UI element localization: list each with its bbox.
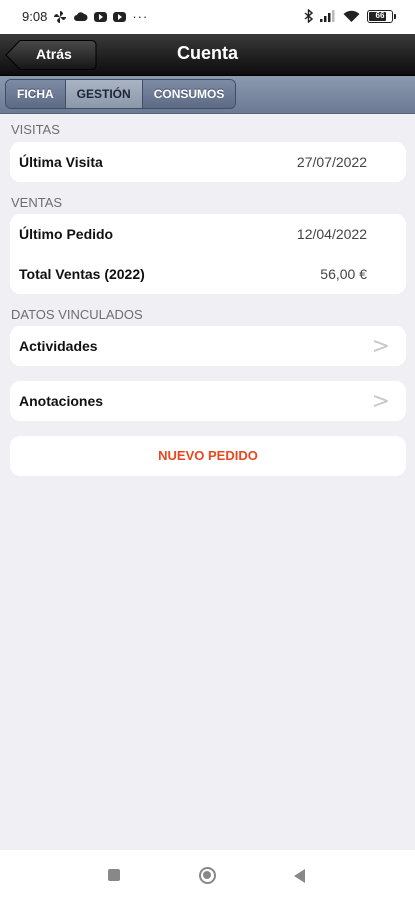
status-time: 9:08 xyxy=(22,9,48,24)
visitas-card: Última Visita 27/07/2022 xyxy=(10,142,406,182)
ventas-card: Último Pedido 12/04/2022 Total Ventas (2… xyxy=(10,214,406,294)
total-sales-value: 56,00 € xyxy=(320,266,367,282)
last-order-value: 12/04/2022 xyxy=(296,226,367,242)
last-order-label: Último Pedido xyxy=(19,226,114,242)
section-header-ventas: VENTAS xyxy=(11,195,63,210)
anotaciones-label: Anotaciones xyxy=(19,393,104,409)
wifi-icon xyxy=(343,10,360,22)
chevron-right-icon: > xyxy=(371,334,390,359)
fan-icon xyxy=(54,10,67,23)
actividades-row[interactable]: Actividades > xyxy=(10,326,406,366)
actividades-card[interactable]: Actividades > xyxy=(10,326,406,366)
bluetooth-icon xyxy=(304,9,313,23)
chevron-right-icon: > xyxy=(371,389,390,414)
tab-gestion[interactable]: GESTIÓN xyxy=(65,80,143,108)
total-sales-label: Total Ventas (2022) xyxy=(19,266,145,282)
anotaciones-card[interactable]: Anotaciones > xyxy=(10,381,406,421)
youtube-icon xyxy=(113,11,127,22)
last-visit-value: 27/07/2022 xyxy=(296,154,367,170)
youtube-icon xyxy=(94,11,108,22)
home-icon[interactable] xyxy=(199,867,216,884)
section-header-visitas: VISITAS xyxy=(11,122,60,137)
anotaciones-row[interactable]: Anotaciones > xyxy=(10,381,406,421)
last-visit-row: Última Visita 27/07/2022 xyxy=(10,142,406,182)
more-notifications-icon: ··· xyxy=(132,9,149,24)
tab-consumos[interactable]: CONSUMOS xyxy=(142,80,236,108)
back-triangle-icon[interactable] xyxy=(294,869,305,883)
section-header-datos-vinculados: DATOS VINCULADOS xyxy=(11,307,143,322)
navigation-bar: Atrás Cuenta xyxy=(0,34,415,76)
segmented-control: FICHA GESTIÓN CONSUMOS xyxy=(5,79,237,109)
last-visit-label: Última Visita xyxy=(19,154,103,170)
total-sales-row: Total Ventas (2022) 56,00 € xyxy=(10,254,406,294)
recent-apps-icon[interactable] xyxy=(108,869,120,881)
battery-icon: 66 xyxy=(367,9,396,23)
actividades-label: Actividades xyxy=(19,338,98,354)
page-title: Cuenta xyxy=(176,43,238,63)
tab-bar: FICHA GESTIÓN CONSUMOS xyxy=(0,76,415,114)
signal-icon xyxy=(320,10,335,22)
status-bar: 9:08 ··· 66 xyxy=(0,0,415,34)
last-order-row: Último Pedido 12/04/2022 xyxy=(10,214,406,254)
system-navigation-bar xyxy=(0,850,415,900)
cloud-icon xyxy=(74,12,88,21)
new-order-button[interactable]: NUEVO PEDIDO xyxy=(10,436,406,476)
tab-ficha[interactable]: FICHA xyxy=(6,80,66,108)
